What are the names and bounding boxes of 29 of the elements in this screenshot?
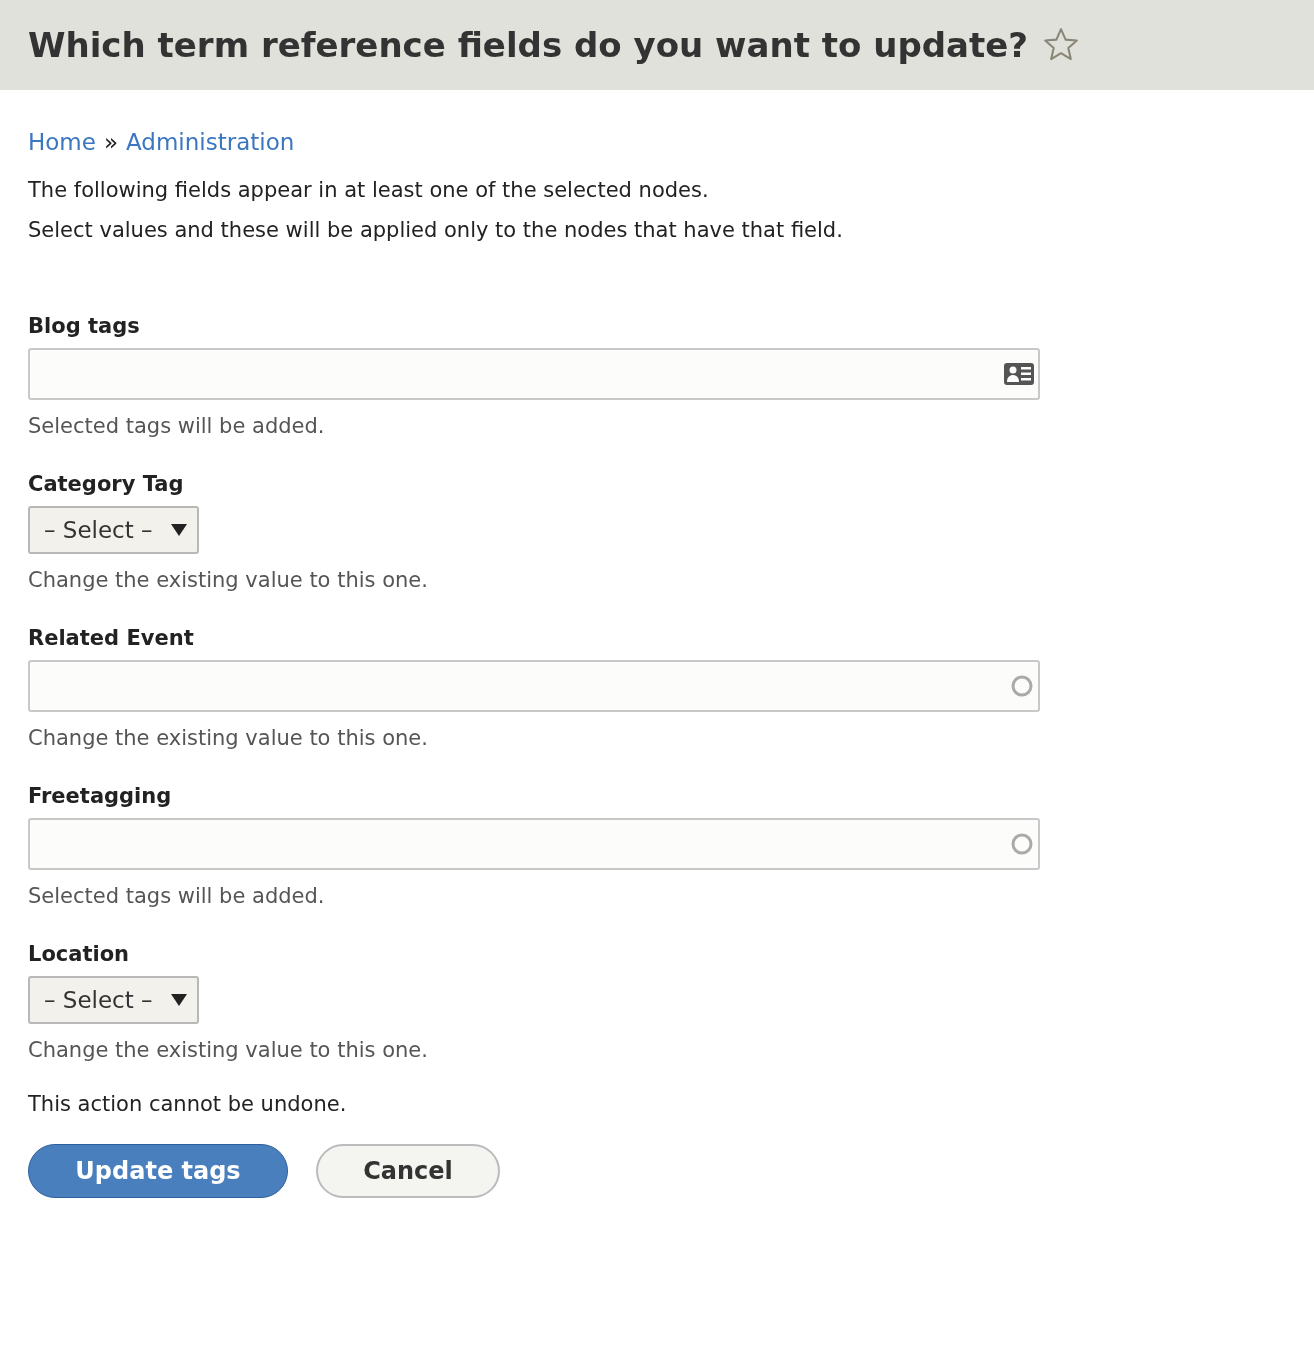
intro-text: The following fields appear in at least one of the selected nodes. xyxy=(28,177,710,204)
page-title: Which term reference fields do you want to update? xyxy=(28,24,1029,66)
select-dropdown[interactable]: – Select – xyxy=(28,976,199,1024)
text-input-field[interactable] xyxy=(28,818,1040,870)
breadcrumb-separator: » xyxy=(103,128,118,157)
update-button[interactable]: Update tags xyxy=(28,1144,288,1198)
field-description: Change the existing value to this one. xyxy=(28,725,429,752)
field-description: Change the existing value to this one. xyxy=(28,567,429,594)
contact-card-icon xyxy=(1004,363,1034,385)
field-description: Change the existing value to this one. xyxy=(28,1037,429,1064)
select-dropdown[interactable]: – Select – xyxy=(28,506,199,554)
breadcrumb-link[interactable]: Administration xyxy=(126,126,295,158)
text-input-field[interactable] xyxy=(28,348,1040,400)
warning-text: This action cannot be undone. xyxy=(28,1091,348,1118)
breadcrumb-link[interactable]: Home xyxy=(28,126,96,158)
throbber-icon xyxy=(1010,832,1034,856)
field-label: Blog tags xyxy=(28,313,141,340)
caret-icon xyxy=(170,524,187,536)
field-description: Selected tags will be added. xyxy=(28,413,326,440)
field-description: Selected tags will be added. xyxy=(28,883,326,910)
intro-text: Select values and these will be applied only to the nodes that have that field. xyxy=(28,217,844,244)
field-label: Freetagging xyxy=(28,783,173,810)
text-input-field[interactable] xyxy=(28,660,1040,712)
field-label: Related Event xyxy=(28,625,195,652)
cancel-button[interactable]: Cancel xyxy=(316,1144,500,1198)
field-label: Location xyxy=(28,941,131,968)
throbber-icon xyxy=(1010,674,1034,698)
field-label: Category Tag xyxy=(28,471,185,498)
caret-icon xyxy=(170,994,187,1006)
